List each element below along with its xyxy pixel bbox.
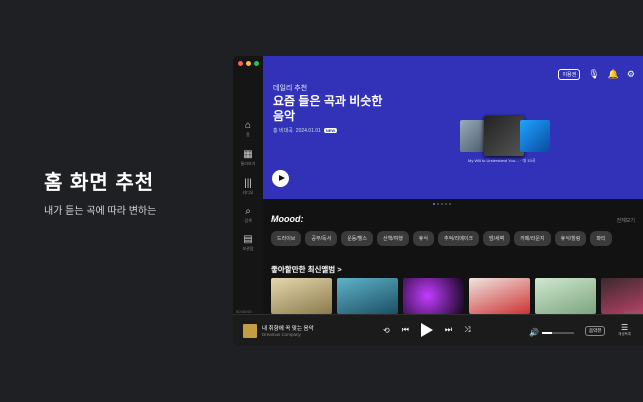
banner-label: 데일리 추천	[273, 85, 308, 92]
radio-wave-icon: |||	[244, 178, 252, 189]
home-icon: ⌂	[244, 120, 252, 131]
mood-logo: Moood:	[271, 214, 304, 224]
gear-icon[interactable]: ⚙	[627, 69, 635, 80]
next-icon[interactable]: ⏭	[445, 325, 452, 335]
sidebar-item-home[interactable]: ⌂ 홈	[233, 120, 263, 138]
album-card[interactable]	[403, 278, 464, 314]
artist-name: Dreamus Company	[262, 332, 301, 337]
shuffle-icon[interactable]: ⤨	[464, 325, 470, 335]
cover-center	[484, 116, 524, 156]
mood-chip[interactable]: 파티	[590, 231, 612, 246]
sidebar: ⌂ 홈 ▦ 둘러보기 ||| 라디오 ⌕ 검색 ▤ 보관함	[233, 56, 263, 314]
cover-caption: My Will to Understand You… · 대 15곡	[468, 158, 536, 163]
zoom-dot[interactable]	[254, 61, 259, 66]
music-view-button[interactable]: 음악뷰	[585, 326, 606, 336]
pager-dot[interactable]	[449, 203, 451, 205]
top-actions: 이용권 🎙 🔔 ⚙	[558, 69, 635, 80]
sidebar-item-search[interactable]: ⌕ 검색	[233, 206, 263, 224]
previous-icon[interactable]: ⏮	[402, 325, 409, 335]
pager-dot[interactable]	[441, 203, 443, 205]
now-playing-thumbnail[interactable]	[243, 324, 257, 338]
mood-chip[interactable]: 공부/독서	[305, 231, 338, 246]
promo-title: 홈 화면 추천	[44, 172, 155, 194]
play-icon[interactable]	[420, 323, 433, 337]
latest-albums-title[interactable]: 좋아할만한 최신앨범 >	[271, 264, 342, 275]
sidebar-item-label: 보관함	[242, 246, 254, 251]
volume-slider[interactable]	[541, 331, 574, 334]
sidebar-item-label: 홈	[246, 132, 250, 137]
mood-chip[interactable]: 휴식	[412, 231, 434, 246]
close-dot[interactable]	[238, 61, 243, 66]
playback-controls: ⟲ ⏮ ⏭ ⤨	[383, 323, 471, 337]
album-card[interactable]	[469, 278, 530, 314]
banner-title: 요즘 들은 곡과 비슷한 음악	[273, 94, 383, 123]
banner-covers	[460, 116, 552, 156]
banner-meta: 홍 비대곡 2024.01.01 NEW	[273, 127, 338, 134]
album-card[interactable]	[271, 278, 332, 314]
see-all-link[interactable]: 전체보기	[617, 217, 635, 224]
elapsed-time: 00:00:00	[236, 309, 252, 314]
banner-date: 2024.01.01	[295, 127, 321, 134]
promo-subtitle: 내가 듣는 곡에 따라 변하는	[44, 206, 157, 217]
album-card[interactable]	[535, 278, 596, 314]
volume-fill	[541, 331, 552, 334]
sidebar-item-library[interactable]: ▤ 보관함	[233, 234, 263, 252]
mood-chip[interactable]: 추억/리메이크	[438, 231, 479, 246]
microphone-icon[interactable]: 🎙	[588, 69, 599, 80]
mood-chip[interactable]: 운동/헬스	[341, 231, 373, 246]
daily-recommendation-banner[interactable]: 이용권 🎙 🔔 ⚙ 데일리 추천 요즘 들은 곡과 비슷한 음악 홍 비대곡 2…	[263, 56, 643, 199]
volume-icon[interactable]: 🔊	[529, 328, 539, 337]
pager-dot[interactable]	[445, 203, 447, 205]
pager-dot[interactable]	[433, 203, 435, 205]
sidebar-item-browse[interactable]: ▦ 둘러보기	[233, 149, 263, 167]
minimize-dot[interactable]	[246, 61, 251, 66]
queue-icon: ☰	[620, 323, 629, 332]
queue-label: 재생목록	[618, 332, 631, 336]
album-list	[271, 278, 643, 314]
window-controls	[238, 61, 259, 66]
new-badge: NEW	[323, 128, 338, 133]
album-card[interactable]	[337, 278, 398, 314]
sidebar-item-label: 라디오	[242, 190, 254, 195]
player-bar: 00:00:00 00:03:00 내 취향에 꼭 맞는 음악 Dreamus …	[233, 309, 643, 346]
queue-button[interactable]: ☰ 재생목록	[618, 323, 631, 337]
bell-icon[interactable]: 🔔	[608, 69, 619, 80]
mood-chips: 드라이브 공부/독서 운동/헬스 산책/여행 휴식 추억/리메이크 밤/새벽 카…	[271, 231, 612, 246]
carousel-pager[interactable]	[433, 203, 451, 205]
sidebar-item-label: 둘러보기	[240, 161, 256, 166]
mood-chip[interactable]: 카페/라운지	[514, 231, 551, 246]
search-icon: ⌕	[245, 206, 251, 217]
pager-dot[interactable]	[437, 203, 439, 205]
song-title: 내 취향에 꼭 맞는 음악	[262, 326, 314, 332]
repeat-icon[interactable]: ⟲	[383, 326, 390, 335]
sidebar-item-radio[interactable]: ||| 라디오	[233, 178, 263, 196]
grid-icon: ▦	[243, 149, 253, 160]
app-window: ⌂ 홈 ▦ 둘러보기 ||| 라디오 ⌕ 검색 ▤ 보관함 이용권 🎙 🔔 ⚙ …	[233, 56, 643, 346]
total-time: 00:03:00	[624, 309, 640, 314]
mood-chip[interactable]: 산책/여행	[377, 231, 409, 246]
mood-chip[interactable]: 드라이브	[271, 231, 302, 246]
library-icon: ▤	[243, 234, 253, 245]
play-button[interactable]	[272, 170, 289, 187]
banner-source: 홍 비대곡	[273, 128, 293, 134]
cover-right	[520, 120, 550, 152]
subscription-button[interactable]: 이용권	[558, 69, 581, 80]
volume-control[interactable]: 🔊	[529, 328, 574, 337]
mood-chip[interactable]: 휴식/힐링	[554, 231, 587, 246]
sidebar-item-label: 검색	[244, 218, 252, 223]
mood-chip[interactable]: 밤/새벽	[483, 231, 511, 246]
